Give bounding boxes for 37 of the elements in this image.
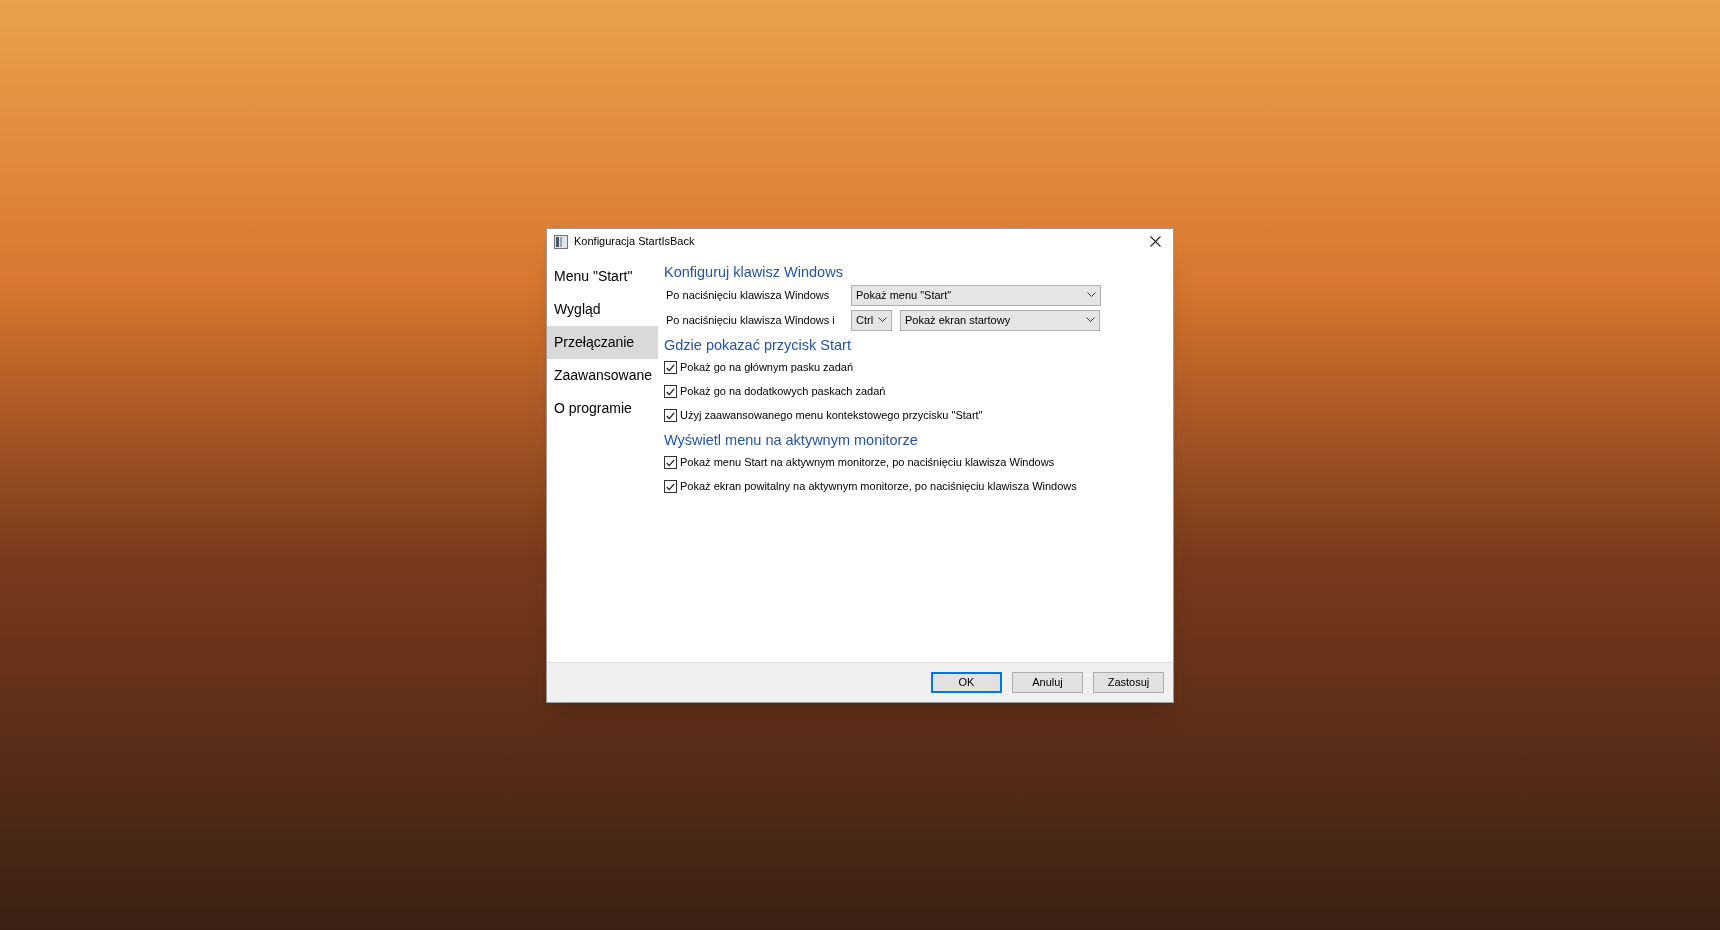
sidebar-item[interactable]: Przełączanie	[547, 325, 658, 359]
app-icon	[554, 234, 568, 249]
dialog-button[interactable]: Zastosuj	[1093, 671, 1164, 693]
dropdown[interactable]: Ctrl	[851, 309, 892, 331]
check-icon	[666, 387, 675, 396]
checkbox-option[interactable]: Pokaż go na głównym pasku zadań	[664, 355, 1173, 380]
window-title: Konfiguracja StartIsBack	[574, 234, 696, 250]
caret-icon	[1087, 292, 1096, 298]
caret-icon	[878, 317, 887, 323]
section-heading: Konfiguruj klawisz Windows	[664, 262, 844, 282]
close-icon	[1149, 236, 1161, 247]
caret-icon	[1086, 317, 1095, 323]
section-heading: Gdzie pokazać przycisk Start	[664, 335, 852, 355]
sidebar-item[interactable]: Menu "Start"	[547, 259, 658, 293]
checkbox[interactable]	[664, 361, 677, 374]
field-label: Po naciśnięciu klawisza Windows	[666, 287, 831, 303]
checkbox[interactable]	[664, 456, 677, 469]
checkbox[interactable]	[664, 409, 677, 422]
checkbox[interactable]	[664, 385, 677, 398]
check-icon	[666, 458, 675, 467]
checkbox-option[interactable]: Pokaż ekran powitalny na aktywnym monitorze, po naciśnięciu klawisza Windows	[664, 474, 1173, 499]
checkbox[interactable]	[664, 480, 677, 493]
check-icon	[666, 363, 675, 372]
dropdown[interactable]: Pokaż menu "Start"	[851, 284, 1101, 306]
field-label: Po naciśnięciu klawisza Windows i	[666, 312, 836, 328]
checkbox-option[interactable]: Pokaż go na dodatkowych paskach zadań	[664, 379, 1173, 404]
dropdown[interactable]: Pokaż ekran startowy	[900, 309, 1100, 331]
checkbox-option[interactable]: Użyj zaawansowanego menu kontekstowego przycisku "Start"	[664, 403, 1173, 428]
sidebar-item[interactable]: Wygląd	[547, 292, 658, 326]
checkbox-option[interactable]: Pokaż menu Start na aktywnym monitorze, po naciśnięciu klawisza Windows	[664, 450, 1173, 475]
dialog-button[interactable]: Anuluj	[1012, 671, 1083, 693]
check-icon	[666, 482, 675, 491]
section-heading: Wyświetl menu na aktywnym monitorze	[664, 430, 919, 450]
dialog-button[interactable]: OK	[931, 671, 1002, 693]
sidebar-item[interactable]: Zaawansowane	[547, 358, 658, 392]
sidebar-item[interactable]: O programie	[547, 391, 658, 425]
check-icon	[666, 411, 675, 420]
